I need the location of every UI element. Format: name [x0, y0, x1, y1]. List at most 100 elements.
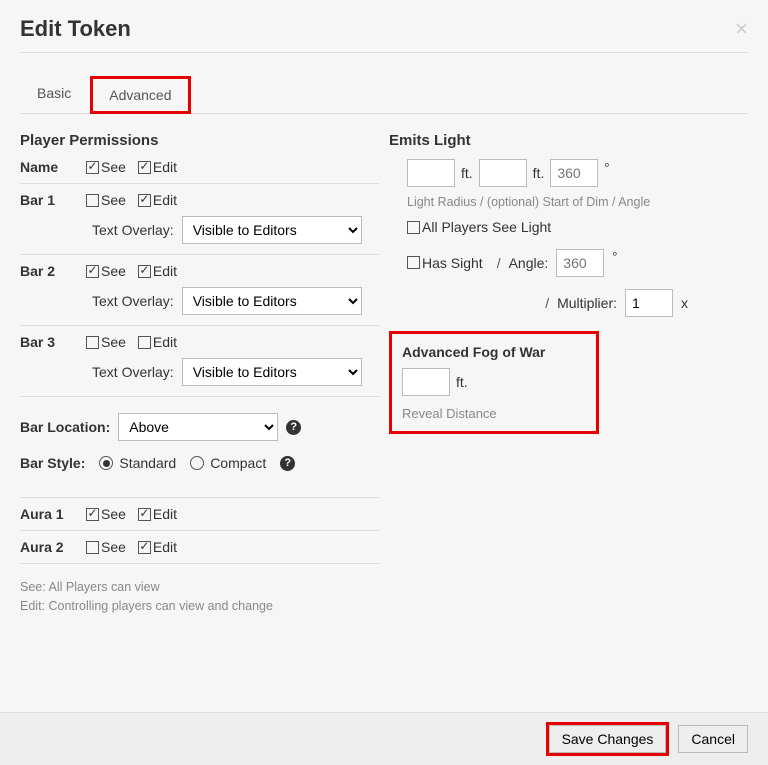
sight-angle-input[interactable]	[556, 249, 604, 277]
bar-location-row: Bar Location: Above ?	[20, 413, 379, 441]
checkbox-icon	[86, 541, 99, 554]
style-compact-radio[interactable]: Compact	[190, 455, 266, 471]
light-angle-input[interactable]	[550, 159, 598, 187]
multiplier-input[interactable]	[625, 289, 673, 317]
all-players-label: All Players See Light	[422, 219, 551, 235]
aura2-see-checkbox[interactable]: See	[86, 539, 126, 555]
bar3-edit-checkbox[interactable]: Edit	[138, 334, 177, 350]
bar1-overlay-select[interactable]: Visible to Editors	[182, 216, 362, 244]
checkbox-icon	[407, 256, 420, 269]
edit-label: Edit	[153, 539, 177, 555]
has-sight-label: Has Sight	[422, 255, 483, 271]
radio-icon	[190, 456, 204, 470]
overlay-label: Text Overlay:	[92, 222, 174, 238]
bar3-overlay-row: Text Overlay: Visible to Editors	[92, 358, 379, 386]
divider	[20, 183, 379, 184]
fog-of-war-box: Advanced Fog of War ft. Reveal Distance	[389, 331, 599, 434]
checkbox-icon	[86, 508, 99, 521]
slash: /	[545, 295, 549, 311]
aura1-see-checkbox[interactable]: See	[86, 506, 126, 522]
aura2-edit-checkbox[interactable]: Edit	[138, 539, 177, 555]
edit-label: Edit	[153, 263, 177, 279]
modal-footer: Save Changes Cancel	[0, 712, 768, 765]
checkbox-icon	[86, 336, 99, 349]
has-sight-checkbox[interactable]: Has Sight	[407, 255, 483, 271]
perm-aura2-row: Aura 2 See Edit	[20, 539, 379, 555]
checkbox-icon	[138, 265, 151, 278]
style-standard-radio[interactable]: Standard	[99, 455, 176, 471]
divider	[20, 530, 379, 531]
tabs: Basic Advanced	[20, 75, 748, 114]
all-players-light-row: All Players See Light	[407, 219, 748, 237]
perm-name-row: Name See Edit	[20, 159, 379, 175]
bar2-see-checkbox[interactable]: See	[86, 263, 126, 279]
help-icon[interactable]: ?	[280, 456, 295, 471]
divider	[20, 254, 379, 255]
see-label: See	[101, 334, 126, 350]
col-permissions: Player Permissions Name See Edit Bar 1 S…	[20, 132, 379, 616]
overlay-label: Text Overlay:	[92, 364, 174, 380]
divider	[20, 396, 379, 397]
cancel-button[interactable]: Cancel	[678, 725, 748, 753]
bar1-see-checkbox[interactable]: See	[86, 192, 126, 208]
divider	[20, 563, 379, 564]
bar2-overlay-row: Text Overlay: Visible to Editors	[92, 287, 379, 315]
bar2-overlay-select[interactable]: Visible to Editors	[182, 287, 362, 315]
tab-advanced[interactable]: Advanced	[90, 76, 190, 114]
edit-token-modal: Edit Token × Basic Advanced Player Permi…	[0, 0, 768, 765]
col-light: Emits Light ft. ft. ° Light Radius / (op…	[389, 132, 748, 616]
ft-label: ft.	[456, 374, 468, 390]
perm-bar3-row: Bar 3 See Edit	[20, 334, 379, 350]
bar3-overlay-select[interactable]: Visible to Editors	[182, 358, 362, 386]
save-button[interactable]: Save Changes	[549, 725, 667, 753]
modal-header: Edit Token ×	[20, 16, 748, 53]
light-radius-input[interactable]	[407, 159, 455, 187]
bar3-see-checkbox[interactable]: See	[86, 334, 126, 350]
see-label: See	[101, 506, 126, 522]
checkbox-icon	[86, 161, 99, 174]
overlay-label: Text Overlay:	[92, 293, 174, 309]
edit-label: Edit	[153, 334, 177, 350]
checkbox-icon	[86, 194, 99, 207]
perm-bar2-row: Bar 2 See Edit	[20, 263, 379, 279]
checkbox-icon	[138, 508, 151, 521]
edit-label: Edit	[153, 506, 177, 522]
light-radius-hint: Light Radius / (optional) Start of Dim /…	[407, 195, 748, 209]
angle-label: Angle:	[509, 255, 549, 271]
close-icon[interactable]: ×	[735, 16, 748, 42]
name-see-checkbox[interactable]: See	[86, 159, 126, 175]
standard-label: Standard	[119, 455, 176, 471]
aura1-edit-checkbox[interactable]: Edit	[138, 506, 177, 522]
light-radius-row: ft. ft. °	[407, 159, 748, 187]
bar2-edit-checkbox[interactable]: Edit	[138, 263, 177, 279]
degree-label: °	[612, 249, 617, 264]
perm-bar1-label: Bar 1	[20, 192, 80, 208]
bar-style-row: Bar Style: Standard Compact ?	[20, 455, 379, 471]
bar1-edit-checkbox[interactable]: Edit	[138, 192, 177, 208]
checkbox-icon	[407, 221, 420, 234]
tab-basic[interactable]: Basic	[20, 76, 88, 114]
light-dim-input[interactable]	[479, 159, 527, 187]
name-edit-checkbox[interactable]: Edit	[138, 159, 177, 175]
edit-label: Edit	[153, 159, 177, 175]
all-players-checkbox[interactable]: All Players See Light	[407, 219, 551, 235]
divider	[20, 497, 379, 498]
bar-location-select[interactable]: Above	[118, 413, 278, 441]
checkbox-icon	[138, 336, 151, 349]
fog-title: Advanced Fog of War	[402, 344, 582, 360]
fog-hint: Reveal Distance	[402, 406, 582, 421]
perm-aura1-row: Aura 1 See Edit	[20, 506, 379, 522]
has-sight-row: Has Sight / Angle: °	[407, 249, 748, 277]
see-label: See	[101, 192, 126, 208]
fog-input-row: ft.	[402, 368, 582, 396]
radio-icon	[99, 456, 113, 470]
permissions-hint: See: All Players can view Edit: Controll…	[20, 578, 379, 616]
x-label: x	[681, 295, 688, 311]
multiplier-label: Multiplier:	[557, 295, 617, 311]
checkbox-icon	[86, 265, 99, 278]
fog-distance-input[interactable]	[402, 368, 450, 396]
compact-label: Compact	[210, 455, 266, 471]
help-icon[interactable]: ?	[286, 420, 301, 435]
checkbox-icon	[138, 541, 151, 554]
perm-aura2-label: Aura 2	[20, 539, 80, 555]
